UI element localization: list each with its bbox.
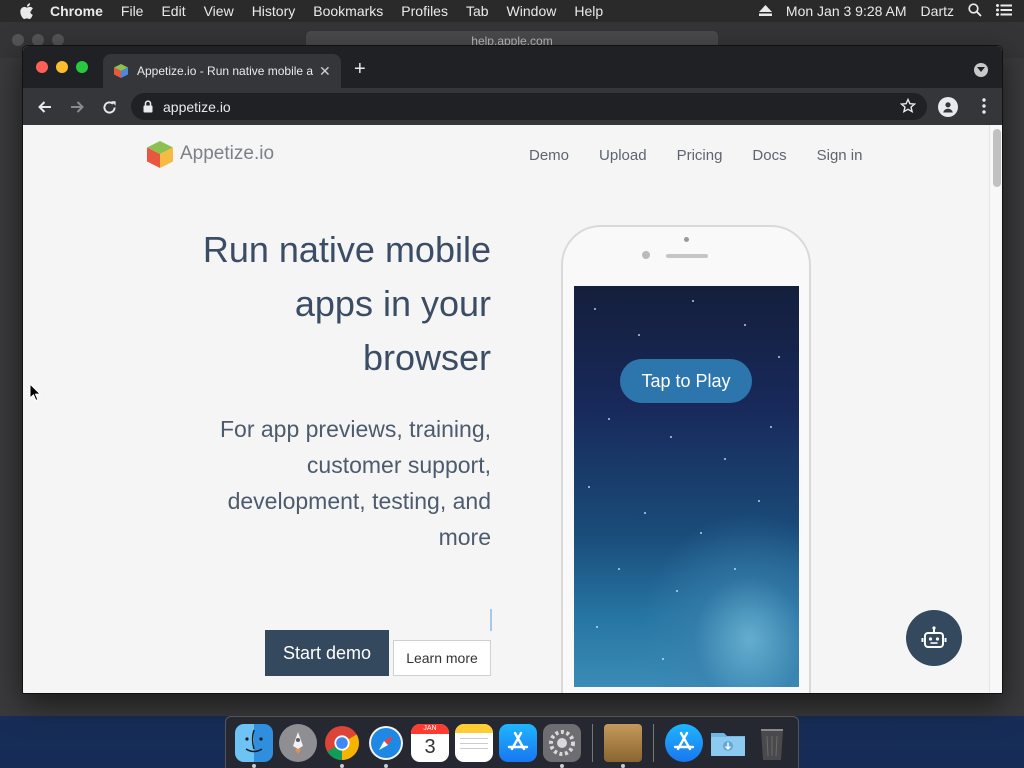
control-center-icon[interactable] <box>996 3 1012 19</box>
robot-icon <box>921 626 947 648</box>
address-bar[interactable]: appetize.io <box>131 93 927 120</box>
calendar-month: JAN <box>411 723 449 734</box>
menu-edit[interactable]: Edit <box>161 3 185 19</box>
tab-title: Appetize.io - Run native mobile apps in … <box>137 64 313 78</box>
menu-file[interactable]: File <box>121 3 144 19</box>
tab-appetize[interactable]: Appetize.io - Run native mobile apps in … <box>103 54 341 88</box>
menu-help[interactable]: Help <box>574 3 603 19</box>
start-demo-button[interactable]: Start demo <box>265 630 389 676</box>
scrollbar-thumb[interactable] <box>993 129 1001 187</box>
learn-more-button[interactable]: Learn more <box>393 640 491 676</box>
trash-icon[interactable] <box>753 724 791 762</box>
menu-view[interactable]: View <box>204 3 234 19</box>
notes-icon[interactable] <box>455 723 493 762</box>
nav-sign-in[interactable]: Sign in <box>817 147 863 164</box>
chrome-window: Appetize.io - Run native mobile apps in … <box>22 45 1003 694</box>
tab-search-icon[interactable] <box>974 63 988 77</box>
phone-screen[interactable]: Tap to Play <box>574 286 799 687</box>
chat-bot-button[interactable] <box>906 610 962 666</box>
site-logo[interactable]: Appetize.io <box>145 139 274 169</box>
back-arrow-icon[interactable] <box>35 97 55 117</box>
appetize-cube-icon <box>147 141 173 168</box>
chrome-icon[interactable] <box>323 724 361 768</box>
finder-icon[interactable] <box>235 723 273 768</box>
dock-separator <box>653 723 654 762</box>
app-store-folder-icon[interactable] <box>665 723 703 762</box>
menu-history[interactable]: History <box>252 3 296 19</box>
calendar-icon[interactable]: JAN 3 <box>411 723 449 762</box>
lock-icon[interactable] <box>143 100 153 113</box>
mouse-cursor-icon <box>29 383 41 402</box>
menu-tab[interactable]: Tab <box>466 3 489 19</box>
menu-clock[interactable]: Mon Jan 3 9:28 AM <box>786 3 907 19</box>
appetize-favicon-icon <box>114 64 128 78</box>
menu-user[interactable]: Dartz <box>921 3 954 19</box>
launchpad-icon[interactable] <box>279 723 317 762</box>
phone-speaker <box>666 254 708 258</box>
phone-sensor <box>684 237 689 242</box>
menu-bar: Chrome File Edit View History Bookmarks … <box>0 0 1024 22</box>
profile-avatar-icon[interactable] <box>938 97 958 117</box>
bg-close-dot <box>12 34 24 46</box>
nav-demo[interactable]: Demo <box>529 147 569 164</box>
apple-icon[interactable] <box>20 3 34 19</box>
zoom-window-button[interactable] <box>76 61 88 73</box>
hero-subtitle: For app previews, training, customer sup… <box>219 416 491 550</box>
menu-bookmarks[interactable]: Bookmarks <box>313 3 383 19</box>
text-caret <box>490 609 492 631</box>
chrome-menu-icon[interactable] <box>982 98 986 119</box>
bookmark-star-icon[interactable] <box>899 97 917 119</box>
tab-strip: Appetize.io - Run native mobile apps in … <box>23 46 1002 88</box>
phone-camera <box>642 251 650 259</box>
browser-toolbar: appetize.io <box>23 88 1002 125</box>
app-store-icon[interactable] <box>499 723 537 762</box>
nav-pricing[interactable]: Pricing <box>677 147 723 164</box>
system-preferences-icon[interactable] <box>543 723 581 768</box>
close-window-button[interactable] <box>36 61 48 73</box>
menu-profiles[interactable]: Profiles <box>401 3 448 19</box>
brand-name: Appetize.io <box>180 143 275 164</box>
spotlight-search-icon[interactable] <box>968 2 982 20</box>
new-tab-icon[interactable]: + <box>354 58 366 81</box>
page-scrollbar[interactable] <box>989 125 1002 693</box>
site-nav: Demo Upload Pricing Docs Sign in <box>529 147 892 164</box>
menu-app-name[interactable]: Chrome <box>50 3 103 19</box>
address-text[interactable]: appetize.io <box>163 99 231 115</box>
forward-arrow-icon[interactable] <box>67 97 87 117</box>
eject-icon[interactable] <box>758 3 772 19</box>
hero-title: Run native mobile apps in your browser <box>202 229 491 378</box>
dock-separator <box>592 723 593 762</box>
tab-close-icon[interactable]: ✕ <box>319 63 331 80</box>
tap-to-play-button[interactable]: Tap to Play <box>620 359 752 403</box>
minimize-window-button[interactable] <box>56 61 68 73</box>
reload-icon[interactable] <box>99 97 119 117</box>
web-page: Appetize.io Demo Upload Pricing Docs Sig… <box>23 125 1002 693</box>
safari-icon[interactable] <box>367 724 405 768</box>
calendar-day: 3 <box>424 735 436 758</box>
dock: JAN 3 <box>225 716 799 768</box>
downloads-folder-icon[interactable] <box>709 724 747 762</box>
archive-icon[interactable] <box>604 723 642 768</box>
nav-upload[interactable]: Upload <box>599 147 647 164</box>
nav-docs[interactable]: Docs <box>752 147 786 164</box>
menu-window[interactable]: Window <box>507 3 557 19</box>
